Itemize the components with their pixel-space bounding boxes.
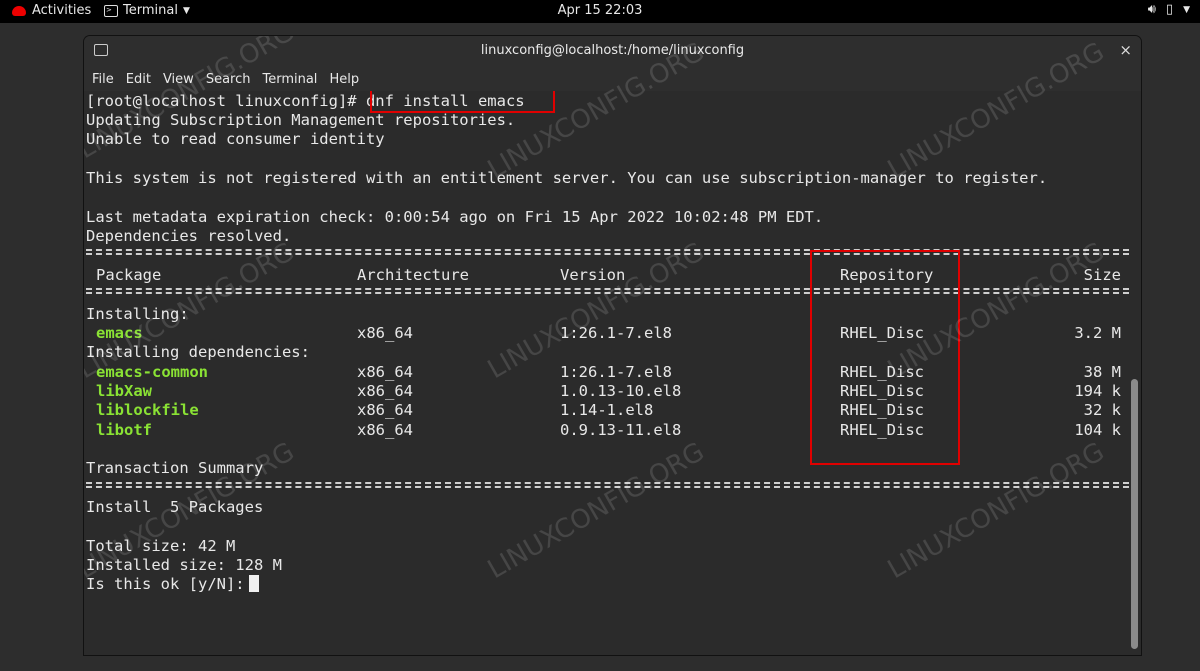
repository-highlight-box [810, 250, 960, 465]
menu-bar: File Edit View Search Terminal Help [84, 67, 1141, 91]
package-name: liblockfile [96, 401, 199, 419]
terminal-output[interactable]: [root@localhost linuxconfig]# dnf instal… [84, 91, 1129, 655]
output-line: Installed size: 128 M [86, 556, 282, 574]
package-arch: x86_64 [357, 401, 413, 419]
menu-edit[interactable]: Edit [120, 67, 157, 91]
prompt: [root@localhost linuxconfig]# [86, 92, 357, 110]
title-bar[interactable]: linuxconfig@localhost:/home/linuxconfig … [84, 36, 1141, 67]
battery-icon: ▯ [1165, 2, 1174, 17]
package-version: 1.0.13-10.el8 [560, 382, 682, 400]
section-label: Installing dependencies: [86, 343, 310, 361]
menu-file[interactable]: File [86, 67, 120, 91]
menu-search[interactable]: Search [200, 67, 257, 91]
separator [86, 288, 1129, 294]
package-size: 32 k [1083, 401, 1121, 419]
scrollbar[interactable] [1131, 379, 1138, 649]
package-name: libotf [96, 421, 152, 439]
package-size: 38 M [1083, 363, 1121, 381]
package-name: libXaw [96, 382, 152, 400]
menu-view[interactable]: View [157, 67, 200, 91]
output-line: Dependencies resolved. [86, 227, 292, 245]
separator [86, 249, 1129, 255]
system-tray[interactable]: 🔊︎ ▯ ▼ [1148, 2, 1190, 17]
clock[interactable]: Apr 15 22:03 [0, 3, 1200, 18]
output-line: Unable to read consumer identity [86, 130, 385, 148]
header-package: Package [96, 266, 162, 284]
menu-terminal[interactable]: Terminal [256, 67, 323, 91]
package-size: 194 k [1074, 382, 1121, 400]
header-architecture: Architecture [357, 266, 469, 284]
volume-icon: 🔊︎ [1147, 2, 1156, 17]
output-line: Install 5 Packages [86, 498, 264, 516]
text-cursor [248, 575, 259, 592]
package-arch: x86_64 [357, 363, 413, 381]
package-version: 1:26.1-7.el8 [560, 324, 672, 342]
package-version: 1.14-1.el8 [560, 401, 654, 419]
separator [86, 482, 1129, 488]
header-size: Size [1083, 266, 1121, 284]
package-arch: x86_64 [357, 324, 413, 342]
command-highlight-box [370, 91, 555, 113]
package-version: 1:26.1-7.el8 [560, 363, 672, 381]
chevron-down-icon: ▼ [1183, 4, 1190, 15]
package-name: emacs [96, 324, 143, 342]
output-line: Updating Subscription Management reposit… [86, 111, 516, 129]
header-version: Version [560, 266, 626, 284]
package-version: 0.9.13-11.el8 [560, 421, 682, 439]
package-arch: x86_64 [357, 382, 413, 400]
output-line: This system is not registered with an en… [86, 169, 1048, 187]
output-line: Last metadata expiration check: 0:00:54 … [86, 208, 824, 226]
package-name: emacs-common [96, 363, 208, 381]
output-line: Total size: 42 M [86, 537, 236, 555]
package-arch: x86_64 [357, 421, 413, 439]
confirm-label: Is this ok [y/N]: [86, 575, 245, 593]
output-line: Transaction Summary [86, 459, 264, 477]
menu-help[interactable]: Help [323, 67, 365, 91]
package-size: 3.2 M [1074, 324, 1121, 342]
close-button[interactable]: × [1119, 41, 1132, 59]
package-size: 104 k [1074, 421, 1121, 439]
section-label: Installing: [86, 305, 189, 323]
top-bar: Activities > Terminal ▼ Apr 15 22:03 🔊︎ … [0, 0, 1200, 23]
terminal-window: linuxconfig@localhost:/home/linuxconfig … [84, 36, 1141, 655]
window-title: linuxconfig@localhost:/home/linuxconfig [480, 43, 745, 58]
confirm-prompt[interactable]: Is this ok [y/N]: [86, 575, 259, 594]
